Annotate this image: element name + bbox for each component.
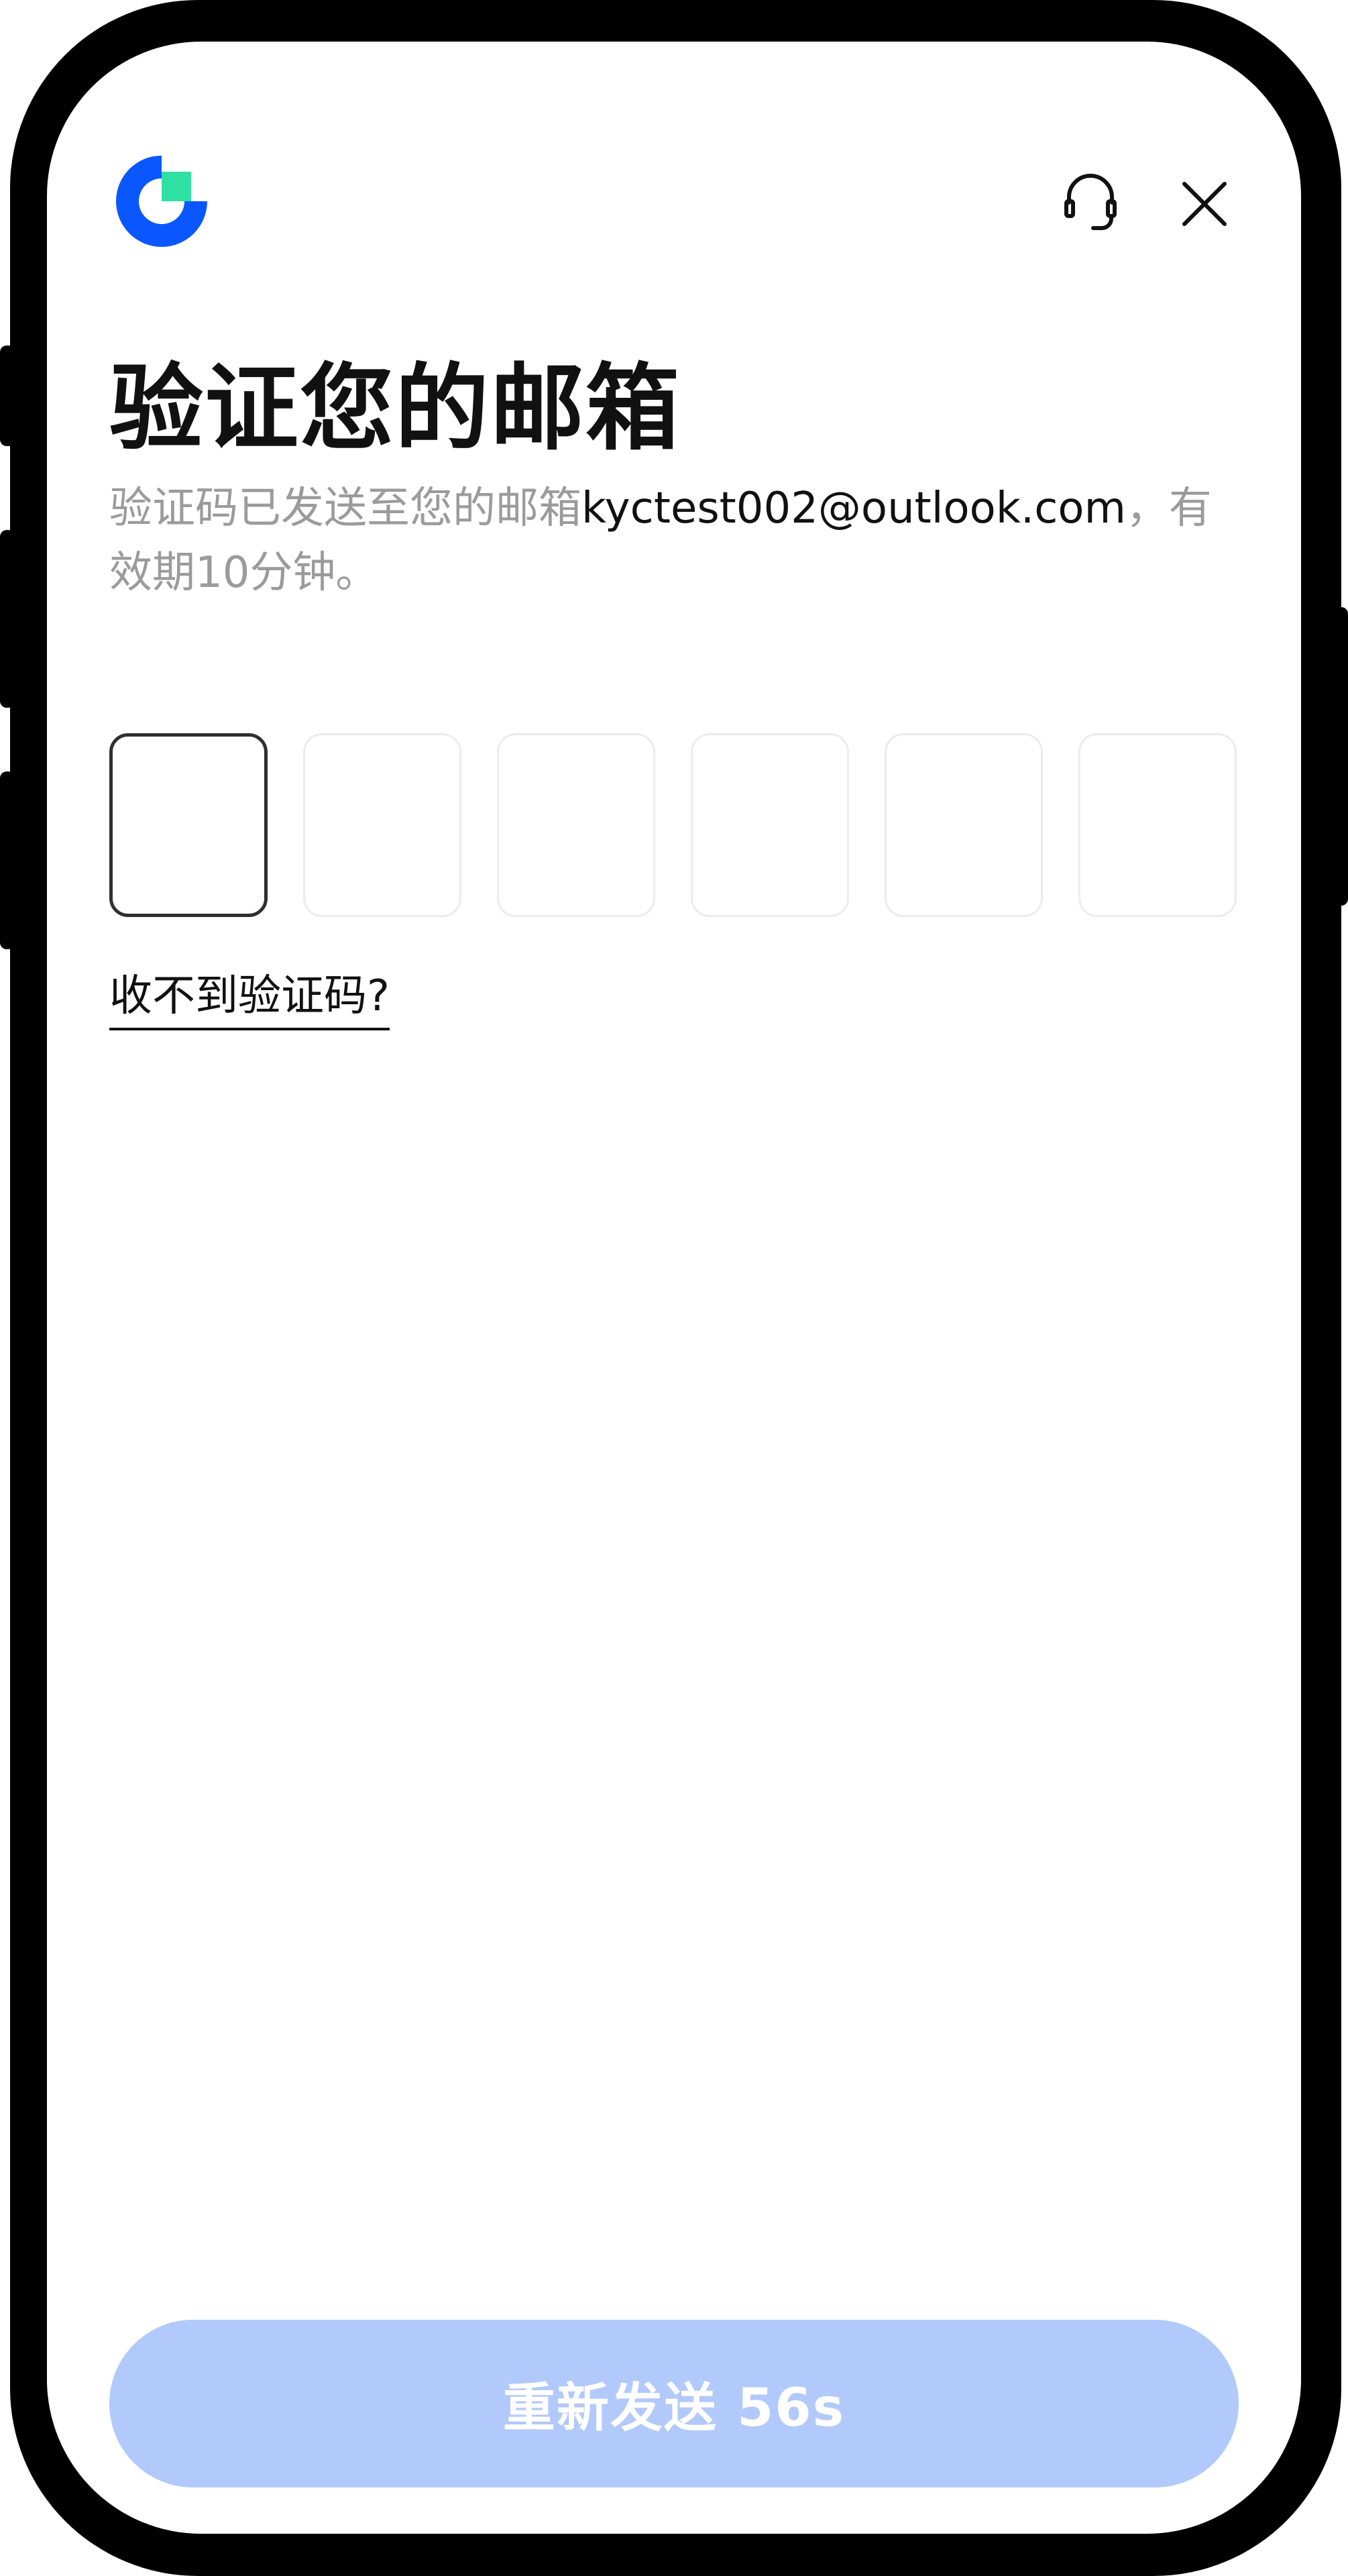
subtitle-prefix: 验证码已发送至您的邮箱	[109, 484, 581, 533]
page-title: 验证您的邮箱	[109, 354, 681, 464]
code-digit-input-5[interactable]	[885, 733, 1043, 917]
phone-volume-up-button	[0, 530, 15, 708]
page-subtitle: 验证码已发送至您的邮箱kyctest002@outlook.com，有效期10分…	[109, 476, 1236, 605]
phone-power-button	[1333, 607, 1348, 906]
headset-icon[interactable]	[1060, 172, 1121, 233]
code-digit-input-1[interactable]	[109, 733, 268, 917]
code-digit-input-3[interactable]	[497, 733, 655, 917]
code-digit-input-6[interactable]	[1078, 733, 1237, 917]
email-address: kyctest002@outlook.com	[581, 484, 1126, 533]
phone-side-button	[0, 345, 15, 446]
brand-logo-icon	[109, 149, 214, 254]
close-icon[interactable]	[1180, 180, 1229, 228]
no-code-help-link[interactable]: 收不到验证码?	[109, 966, 390, 1030]
code-digit-input-2[interactable]	[303, 733, 461, 917]
resend-code-button[interactable]: 重新发送 56s	[109, 2320, 1239, 2487]
code-digit-input-4[interactable]	[691, 733, 849, 917]
phone-volume-down-button	[0, 771, 15, 949]
